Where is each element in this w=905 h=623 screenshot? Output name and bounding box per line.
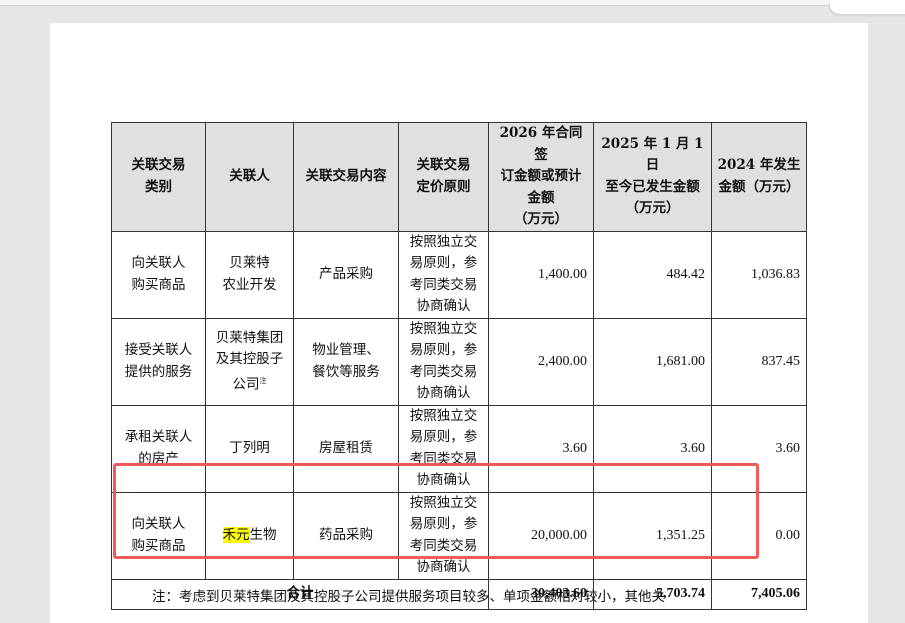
amount-cell: 0.00: [711, 491, 807, 580]
cell-text: （万元）: [514, 211, 568, 227]
cell-text: 接受关联人: [124, 342, 193, 358]
cell-text: 物业管理、: [312, 342, 380, 358]
table-row: 向关联人 购买商品 贝莱特 农业开发 产品采购 按照独立交 易原则，参 考同类交易 协商确认 1,…: [111, 230, 807, 319]
cell-text: 房屋租赁: [319, 439, 373, 456]
category-cell: 向关联人 购买商品: [111, 491, 206, 580]
column-header: 2025 年 1 月 1 日至今已发生金额 （万元）: [593, 122, 712, 232]
content-cell: 药品采购: [293, 491, 399, 580]
viewer-toolbar: [0, 0, 905, 6]
cell-text: 承租关联人: [124, 429, 193, 445]
cell-text: 产品采购: [319, 265, 373, 282]
content-cell: 产品采购: [293, 230, 399, 319]
total-amount: 7,405.06: [711, 578, 807, 610]
cell-text: 丁列明: [229, 439, 270, 456]
cell-text: 贝莱特: [229, 255, 270, 271]
table-row: 向关联人 购买商品 禾元生物 药品采购 按照独立交 易原则，参 考同类交易 协商确认 20,00…: [111, 491, 807, 580]
cell-text: 向关联人: [131, 516, 186, 532]
cell-text: 按照独立交: [409, 233, 478, 250]
pricing-principle-cell: 按照独立交易原则，参考同类交易协商确认: [398, 404, 489, 493]
category-cell: 接受关联人提供的服务: [111, 317, 206, 406]
pricing-principle-cell: 按照独立交易原则，参考同类交易协商确认: [398, 230, 489, 319]
cell-text: 协商确认: [416, 559, 471, 575]
amount-cell: 1,036.83: [711, 230, 807, 319]
cell-text: 易原则，参: [409, 516, 478, 532]
cell-text: 农业开发: [222, 276, 277, 293]
cell-text: 考同类交易: [409, 537, 478, 554]
cell-text: 定价原则: [416, 178, 471, 195]
table-row: 承租关联人 的房产 丁列明 房屋租赁 按照独立交 易原则，参 考同类交易 协商确认 3.60 3.…: [111, 404, 807, 493]
cell-text: 易原则，参: [409, 255, 478, 271]
cell-text: 金额: [527, 189, 555, 206]
cell-text: 向关联人: [131, 255, 186, 271]
cell-text: 按照独立交: [409, 320, 478, 337]
cell-text: 考同类交易: [409, 276, 478, 293]
party-cell: 丁列明: [205, 404, 294, 493]
amount-cell: 1,400.00: [488, 230, 594, 319]
cell-text: 公司: [232, 376, 260, 392]
content-cell: 房屋租赁: [293, 404, 399, 493]
cell-text: 协商确认: [416, 472, 471, 488]
cell-text: 购买商品: [131, 537, 186, 554]
amount-cell: 1,681.00: [593, 317, 712, 406]
document-page: 关联交易 类别 关联人 关联交易内容 关联交易 定价原则 2026 年合同签 订金额或预计 金额…: [50, 23, 868, 623]
column-header: 关联人: [205, 122, 294, 232]
cell-text: 协商确认: [416, 385, 471, 401]
amount-cell: 3.60: [593, 404, 712, 493]
category-cell: 向关联人 购买商品: [111, 230, 206, 319]
column-header: 关联交易 定价原则: [398, 122, 489, 232]
table-row: 接受关联人 提供的服务 贝莱特集团 及其控股子 公司注 物业管理、 餐饮等服务 按照独立交 易原…: [111, 317, 807, 406]
highlighted-text: 禾元: [222, 526, 250, 543]
cell-text: 2026 年合同签: [499, 125, 583, 163]
cell-text: 关联人: [229, 168, 270, 184]
pricing-principle-cell: 按照独立交易原则，参考同类交易协商确认: [398, 317, 489, 406]
cell-text: 按照独立交: [409, 494, 478, 511]
amount-cell: 3.60: [488, 404, 594, 493]
amount-cell: 20,000.00: [488, 491, 594, 580]
cell-text: 关联交易内容: [305, 168, 387, 184]
cell-text: 至今已发生金额: [605, 178, 700, 195]
table-footnote: 注：考虑到贝莱特集团及其控股子公司提供服务项目较多、单项金额相对较小，其他关: [152, 589, 665, 605]
cell-text: 的房产: [138, 450, 179, 467]
cell-text: 餐饮等服务: [312, 363, 380, 380]
cell-text: 易原则，参: [409, 429, 478, 445]
cell-text: 金额（万元）: [718, 178, 800, 195]
cell-text: 关联交易: [131, 157, 186, 174]
amount-cell: 3.60: [711, 404, 807, 493]
category-cell: 承租关联人 的房产: [111, 404, 206, 493]
party-cell: 贝莱特 农业开发: [205, 230, 294, 319]
cell-text: 按照独立交: [409, 407, 478, 424]
amount-cell: 1,351.25: [593, 491, 712, 580]
cell-text: 关联交易: [416, 157, 471, 174]
cell-text: 2024 年发生: [717, 157, 801, 174]
table-header-row: 关联交易 类别 关联人 关联交易内容 关联交易 定价原则 2026 年合同签 订金额或预计 金额…: [111, 122, 807, 232]
cell-text: （万元）: [625, 200, 680, 217]
cell-text: 购买商品: [131, 276, 186, 293]
cell-text: 易原则，参: [409, 342, 478, 358]
party-cell: 禾元生物: [205, 491, 294, 580]
cell-text: 协商确认: [416, 298, 471, 314]
cell-text: 2025 年 1 月 1 日: [601, 135, 704, 174]
column-header: 关联交易内容: [293, 122, 399, 232]
cell-text: 贝莱特集团: [215, 329, 284, 346]
cell-text: 及其控股子: [215, 351, 284, 367]
amount-cell: 837.45: [711, 317, 807, 406]
column-header: 2024 年发生 金额（万元）: [711, 122, 807, 232]
related-transactions-table: 关联交易 类别 关联人 关联交易内容 关联交易 定价原则 2026 年合同签 订金额或预计 金额…: [111, 122, 807, 610]
cell-text: 考同类交易: [409, 363, 478, 380]
column-header: 2026 年合同签订金额或预计 金额 （万元）: [488, 122, 594, 232]
column-header: 关联交易 类别: [111, 122, 206, 232]
floating-panel[interactable]: [830, 0, 905, 14]
cell-text: 类别: [145, 178, 172, 195]
amount-cell: 484.42: [593, 230, 712, 319]
cell-text: 考同类交易: [409, 450, 478, 467]
cell-text: 提供的服务: [124, 363, 193, 380]
cell-text: 药品采购: [319, 526, 373, 543]
party-cell: 贝莱特集团及其控股子公司注: [205, 317, 294, 406]
amount-cell: 2,400.00: [488, 317, 594, 406]
cell-text: 订金额或预计: [500, 168, 582, 184]
cell-text: 生物: [249, 526, 277, 543]
footnote-marker: 注: [259, 376, 267, 385]
content-cell: 物业管理、餐饮等服务: [293, 317, 399, 406]
pricing-principle-cell: 按照独立交易原则，参考同类交易协商确认: [398, 491, 489, 580]
